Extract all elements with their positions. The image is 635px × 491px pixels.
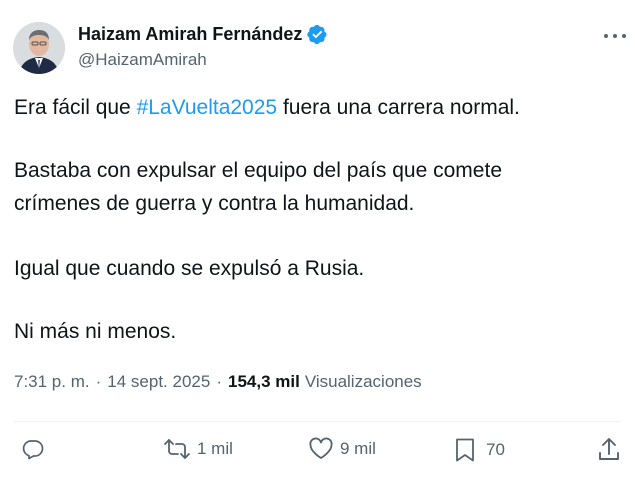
author-name-row[interactable]: Haizam Amirah Fernández — [78, 24, 328, 45]
dot — [604, 34, 608, 38]
bookmark-button[interactable]: 70 — [454, 437, 505, 463]
dot — [622, 34, 626, 38]
tweet-line-1: Era fácil que #LaVuelta2025 fuera una ca… — [14, 92, 520, 124]
repost-icon — [164, 439, 190, 459]
dot — [613, 34, 617, 38]
author-handle[interactable]: @HaizamAmirah — [78, 50, 207, 70]
tweet-line-3: crímenes de guerra y contra la humanidad… — [14, 192, 415, 215]
meta-separator: · — [216, 372, 222, 391]
repost-button[interactable]: 1 mil — [163, 437, 233, 461]
reply-icon — [22, 440, 44, 460]
like-count: 9 mil — [340, 439, 376, 458]
views-count: 154,3 mil — [227, 372, 300, 391]
tweet-line-5: Ni más ni menos. — [14, 320, 177, 343]
divider — [14, 421, 621, 422]
bookmark-count: 70 — [486, 440, 505, 459]
tweet-date[interactable]: 14 sept. 2025 — [107, 372, 210, 392]
repost-count: 1 mil — [197, 439, 233, 458]
author-name[interactable]: Haizam Amirah Fernández — [78, 24, 302, 45]
reply-button[interactable] — [21, 437, 45, 461]
avatar-image — [13, 22, 65, 74]
meta-separator: · — [95, 372, 102, 391]
heart-icon — [309, 437, 333, 459]
tweet-line-2: Bastaba con expulsar el equipo del país … — [14, 159, 502, 182]
tweet-meta: 7:31 p. m. · 14 sept. 2025 · 154,3 mil V… — [14, 372, 422, 392]
verified-badge-icon — [307, 24, 327, 45]
tweet-text: Era fácil que — [14, 96, 137, 119]
share-icon — [599, 438, 619, 460]
more-options-icon[interactable] — [604, 30, 626, 42]
views-label: Visualizaciones — [304, 372, 422, 391]
like-button[interactable]: 9 mil — [308, 437, 376, 461]
avatar[interactable] — [13, 22, 65, 74]
hashtag-link[interactable]: #LaVuelta2025 — [137, 96, 278, 119]
tweet-time[interactable]: 7:31 p. m. — [14, 372, 90, 392]
bookmark-icon — [456, 438, 474, 462]
share-button[interactable] — [597, 437, 621, 463]
tweet-line-4: Igual que cuando se expulsó a Rusia. — [14, 257, 365, 280]
tweet-text: fuera una carrera normal. — [277, 96, 520, 119]
